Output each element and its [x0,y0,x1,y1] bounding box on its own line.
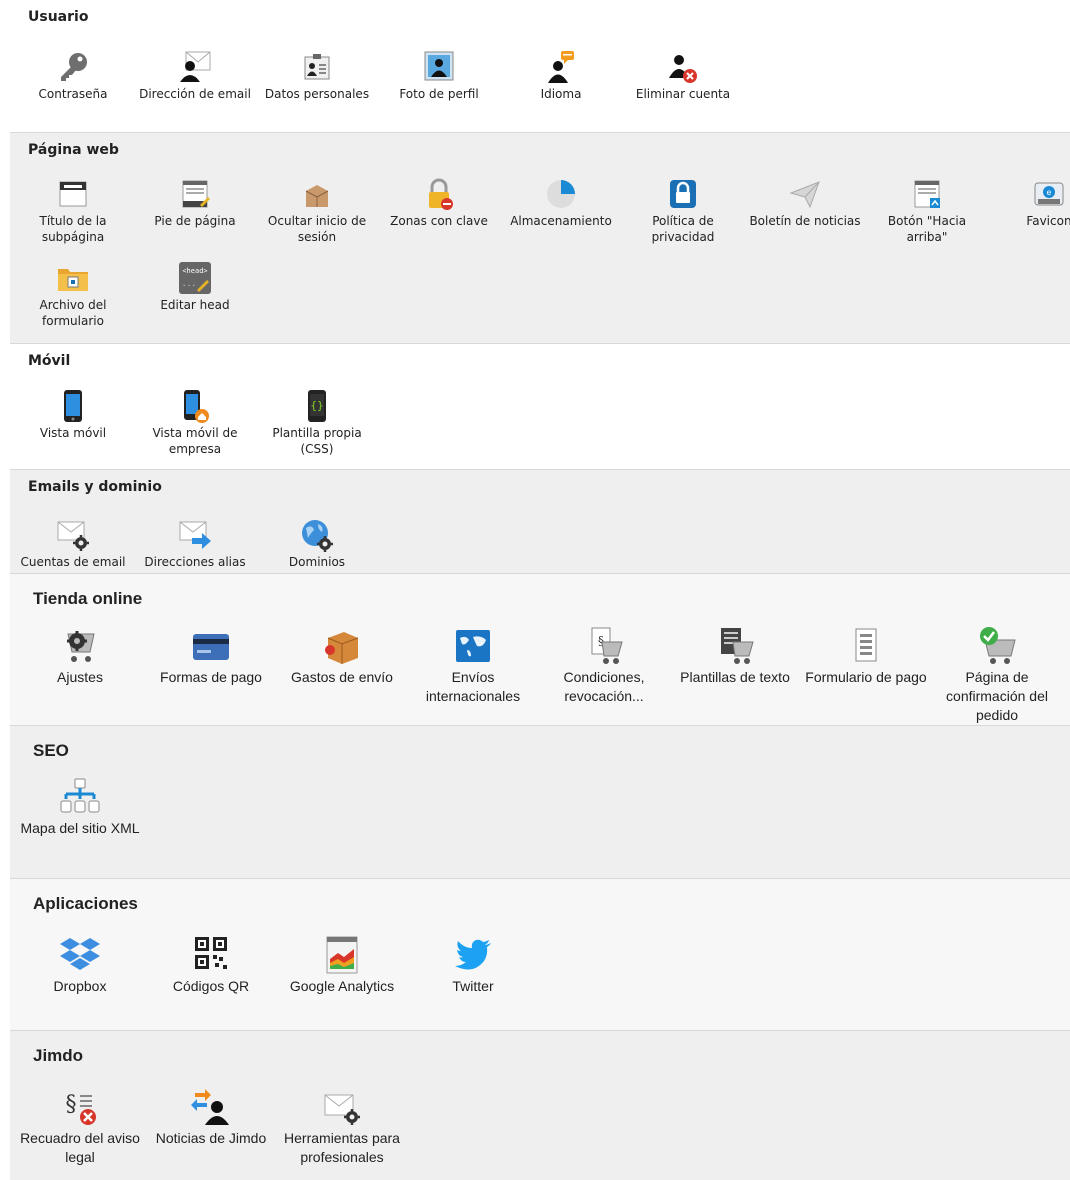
key-icon [56,50,90,84]
credit-card-icon [191,626,231,666]
qr-code-icon [191,935,231,975]
item-label: Cuentas de email [20,555,126,569]
item-label: Plantillas de texto [680,669,790,685]
item-label: Zonas con clave [390,214,488,228]
item-label: Direcciones alias [144,555,246,569]
domain-globe-icon [300,518,334,552]
item-label: Pie de página [154,214,236,228]
id-card-icon [300,50,334,84]
item-label: Ocultar inicio de sesión [267,214,367,244]
subpage-title-icon [56,177,90,211]
section-title: Página web [28,142,119,158]
item-label: Eliminar cuenta [635,87,731,101]
section-pagina-web: Página web Título de la subpágina Pie de… [10,132,1070,343]
section-title: Aplicaciones [33,894,138,913]
item-label: Códigos QR [172,978,250,994]
section-movil: Móvil Vista móvil Vista móvil de empresa… [10,343,1070,469]
language-user-icon [544,50,578,84]
svg-text:...: ... [182,279,196,288]
item-label: Ajustes [57,669,103,685]
section-title: SEO [33,741,69,760]
section-tienda-online: Tienda online Ajustes Formas de pago Gas… [10,573,1070,725]
lock-zone-icon [422,177,456,211]
item-label: Almacenamiento [510,214,612,228]
email-user-icon [178,50,212,84]
item-label: Formas de pago [160,669,262,685]
item-label: Vista móvil [39,426,107,440]
item-label: Condiciones, revocación... [563,669,645,704]
svg-text:§: § [66,1092,77,1117]
legal-notice-icon: § [60,1087,100,1127]
storage-pie-icon [544,177,578,211]
mobile-phone-icon [56,389,90,423]
sitemap-icon [60,777,100,817]
favicon-icon: e [1032,177,1066,211]
cart-text-icon [715,626,755,666]
item-label: Dirección de email [139,87,251,101]
item-label: Plantilla propia (CSS) [272,426,362,456]
item-label: Boletín de noticias [749,214,861,228]
item-label: Favicon [1026,214,1070,228]
cart-gear-icon [60,626,100,666]
item-label: Gastos de envío [291,669,393,685]
item-label: Formulario de pago [805,669,927,685]
edit-head-icon: <head>... [178,261,212,295]
cart-legal-icon: § [584,626,624,666]
section-jimdo: Jimdo § Recuadro del aviso legal Noticia… [10,1030,1070,1180]
analytics-chart-icon [322,935,362,975]
item-label: Herramientas para profesionales [284,1130,400,1165]
section-seo: SEO Mapa del sitio XML [10,725,1070,878]
item-label: Foto de perfil [399,87,479,101]
world-map-icon [453,626,493,666]
svg-text:{}: {} [310,399,323,412]
footer-icon [178,177,212,211]
email-alias-arrow-icon [178,518,212,552]
item-label: Contraseña [38,87,108,101]
section-title: Tienda online [33,589,143,608]
section-emails-dominio: Emails y dominio Cuentas de email Direcc… [10,469,1070,573]
item-label: Archivo del formulario [39,298,107,328]
back-to-top-icon [910,177,944,211]
item-label: Envíos internacionales [425,669,521,704]
pro-tools-email-icon [322,1087,362,1127]
item-label: Google Analytics [289,978,395,994]
item-label: Política de privacidad [651,214,715,244]
section-title: Móvil [28,353,71,369]
section-usuario: Usuario Contraseña Dirección de email Da… [10,0,1070,132]
newsletter-plane-icon [788,177,822,211]
svg-text:<head>: <head> [182,267,207,275]
form-archive-folder-icon [56,261,90,295]
jimdo-news-icon [191,1087,231,1127]
dropbox-icon [60,935,100,975]
shipping-box-icon [322,626,362,666]
item-label: Título de la subpágina [39,214,107,244]
item-label: Mapa del sitio XML [20,820,140,836]
item-label: Datos personales [264,87,370,101]
item-label: Noticias de Jimdo [155,1130,267,1146]
item-label: Twitter [452,978,494,994]
business-mobile-icon [178,389,212,423]
item-label: Botón "Hacia arriba" [887,214,967,244]
section-aplicaciones: Aplicaciones Dropbox Códigos QR Google A… [10,878,1070,1030]
payment-form-icon [846,626,886,666]
privacy-lock-icon [666,177,700,211]
section-title: Usuario [28,9,89,25]
profile-photo-icon [422,50,456,84]
section-title: Emails y dominio [28,479,162,495]
item-label: Dropbox [53,978,107,994]
item-label: Dominios [288,555,346,569]
item-label: Página de confirmación del pedido [946,669,1048,723]
hide-login-icon [300,177,334,211]
email-gear-icon [56,518,90,552]
delete-user-icon [666,50,700,84]
section-title: Jimdo [33,1046,84,1065]
svg-text:e: e [1047,188,1052,197]
twitter-bird-icon [453,935,493,975]
cart-check-icon [977,626,1017,666]
item-label: Editar head [160,298,230,312]
item-label: Idioma [540,87,582,101]
item-label: Vista móvil de empresa [152,426,238,456]
item-label: Recuadro del aviso legal [20,1130,140,1165]
css-phone-icon: {} [300,389,334,423]
